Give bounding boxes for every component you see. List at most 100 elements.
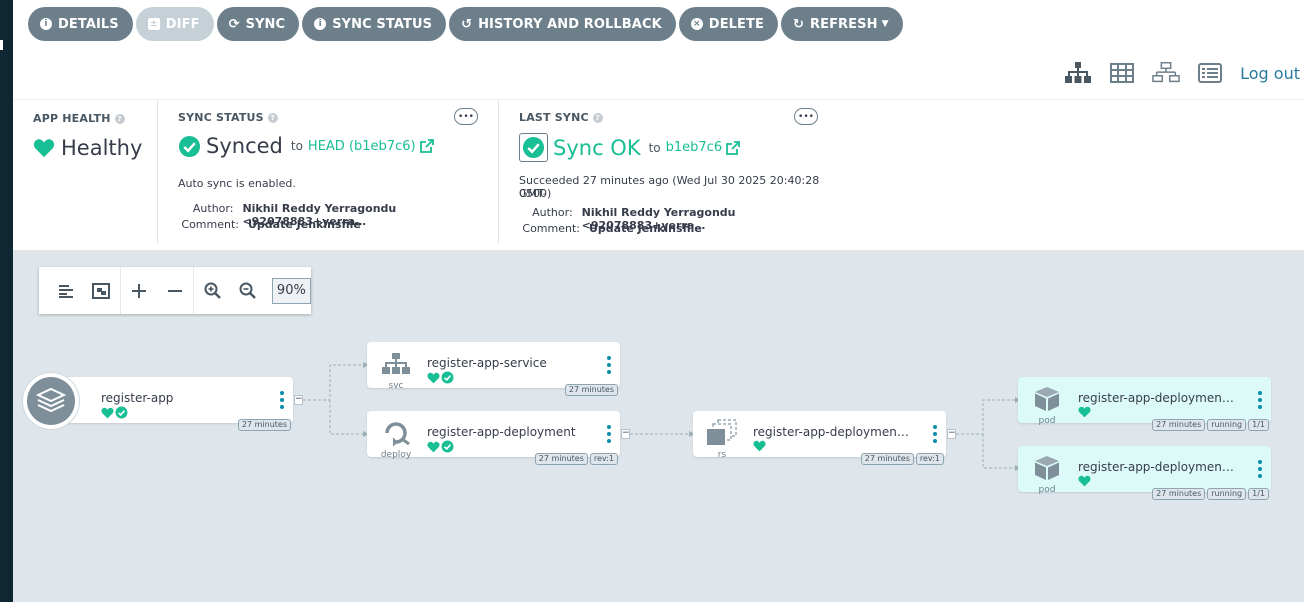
external-link-icon[interactable] <box>726 140 741 155</box>
sync-ok-icon-box <box>519 133 548 162</box>
history-label: HISTORY AND ROLLBACK <box>478 16 662 32</box>
diff-label: DIFF <box>165 16 200 32</box>
refresh-button[interactable]: ↻ REFRESH ▼ <box>780 7 903 41</box>
node-menu-icon[interactable] <box>280 391 284 409</box>
service-node[interactable]: svc register-app-service 27 minutes <box>367 342 620 396</box>
last-sync-more-button[interactable]: ••• <box>794 108 818 125</box>
refresh-label: REFRESH <box>809 16 878 32</box>
revision-badge: rev:1 <box>589 453 618 465</box>
zoom-level[interactable]: 90% <box>271 277 311 304</box>
action-buttons: i DETAILS ± DIFF ⟳ SYNC i SYNC STATUS ↺ … <box>28 7 903 41</box>
zoom-out-icon[interactable] <box>230 276 265 306</box>
details-button[interactable]: i DETAILS <box>28 7 133 41</box>
replicaset-node[interactable]: rs register-app-deployment-657… 27 minut… <box>693 411 946 465</box>
history-rollback-button[interactable]: ↺ HISTORY AND ROLLBACK <box>449 7 676 41</box>
node-status-icons <box>1078 475 1091 487</box>
node-badges: 27 minutes <box>237 419 291 431</box>
zoom-in-icon[interactable] <box>195 276 230 306</box>
caret-down-icon: ▼ <box>881 19 889 29</box>
sync-label: SYNC <box>245 16 286 32</box>
network-view-icon[interactable] <box>1152 61 1180 85</box>
diff-button[interactable]: ± DIFF <box>135 7 214 41</box>
collapse-all-icon[interactable] <box>157 276 192 306</box>
sync-revision-link[interactable]: HEAD (b1eb7c6) <box>308 139 416 154</box>
last-sync-row: Sync OK to b1eb7c6 <box>519 133 741 162</box>
node-name: register-app-deployment-657… <box>1078 460 1234 474</box>
sync-button[interactable]: ⟳ SYNC <box>216 7 300 41</box>
deploy-icon <box>378 419 414 447</box>
last-sync-to-text: to <box>648 140 661 155</box>
auto-sync-text: Auto sync is enabled. <box>178 177 296 190</box>
node-name: register-app <box>101 391 174 405</box>
help-icon[interactable]: ? <box>592 112 603 123</box>
collapse-toggle[interactable]: − <box>947 429 956 439</box>
collapse-toggle[interactable]: − <box>294 395 303 405</box>
sync-status-button[interactable]: i SYNC STATUS <box>302 7 447 41</box>
top-bar: i DETAILS ± DIFF ⟳ SYNC i SYNC STATUS ↺ … <box>13 0 1304 100</box>
pod-node[interactable]: pod register-app-deployment-657… 27 minu… <box>1018 377 1271 431</box>
last-sync-value: Sync OK <box>553 135 641 160</box>
app-health-label: APP HEALTH <box>33 112 111 125</box>
node-menu-icon[interactable] <box>607 425 611 443</box>
collapse-toggle[interactable]: − <box>621 429 630 439</box>
sync-status-title: SYNC STATUS ? <box>178 111 278 124</box>
sync-status-label: SYNC STATUS <box>332 16 433 32</box>
node-menu-icon[interactable] <box>1258 391 1262 409</box>
node-kind: pod <box>1038 485 1056 495</box>
node-menu-icon[interactable] <box>933 425 937 443</box>
grid-view-icon[interactable] <box>1108 61 1136 85</box>
sidebar-marker <box>0 40 3 50</box>
comment-label: Comment: <box>522 222 580 235</box>
check-circle-icon <box>178 135 201 157</box>
last-sync-revision-link[interactable]: b1eb7c6 <box>666 140 722 155</box>
tree-view-icon[interactable] <box>1064 61 1092 85</box>
history-icon: ↺ <box>461 16 473 32</box>
comment-value: Update Jenkinsfile <box>589 222 702 235</box>
logout-link[interactable]: Log out <box>1240 64 1300 83</box>
check-circle-icon <box>441 371 454 384</box>
pod-node[interactable]: pod register-app-deployment-657… 27 minu… <box>1018 446 1271 500</box>
node-name: register-app-deployment-657… <box>753 425 909 439</box>
node-badges: 27 minutes rev:1 <box>534 453 618 465</box>
last-sync-title: LAST SYNC ? <box>519 111 603 124</box>
comment-value: Update Jenkinsfile <box>248 218 361 231</box>
node-kind: svc <box>388 381 404 391</box>
refresh-icon: ↻ <box>792 16 804 32</box>
external-link-icon[interactable] <box>419 139 434 153</box>
details-label: DETAILS <box>58 16 119 32</box>
age-badge: 27 minutes <box>860 453 914 465</box>
node-badges: 27 minutes running 1/1 <box>1152 419 1269 431</box>
info-icon: i <box>40 18 52 30</box>
last-sync-label: LAST SYNC <box>519 111 589 124</box>
list-view-icon[interactable] <box>1196 61 1224 85</box>
deployment-node[interactable]: deploy register-app-deployment 27 minute… <box>367 411 620 465</box>
service-icon <box>378 350 414 378</box>
close-circle-icon: × <box>690 18 703 30</box>
node-status-icons <box>427 371 454 384</box>
node-badges: 27 minutes <box>564 384 618 396</box>
sync-status-label: SYNC STATUS <box>178 111 264 124</box>
node-menu-icon[interactable] <box>1258 460 1262 478</box>
fit-screen-icon[interactable] <box>83 276 118 306</box>
last-sync-section: LAST SYNC ? ••• Sync OK to b1eb7c6 Succe… <box>499 100 829 244</box>
align-left-icon[interactable] <box>48 276 83 306</box>
graph-toolbar: 90% <box>39 267 311 314</box>
app-health-title: APP HEALTH ? <box>33 112 125 125</box>
expand-all-icon[interactable] <box>122 276 157 306</box>
node-menu-icon[interactable] <box>607 356 611 374</box>
help-icon[interactable]: ? <box>114 113 125 124</box>
pod-icon <box>1029 454 1065 482</box>
resource-tree-canvas[interactable]: 90% register-app 27 minutes − svc regist… <box>13 251 1304 602</box>
help-icon[interactable]: ? <box>267 112 278 123</box>
check-circle-icon <box>522 136 545 159</box>
app-icon <box>23 373 79 429</box>
last-sync-time-line1: Succeeded 27 minutes ago (Wed Jul 30 202… <box>519 174 820 200</box>
app-node[interactable]: register-app 27 minutes <box>55 377 293 431</box>
age-badge: 27 minutes <box>237 419 291 431</box>
age-badge: 27 minutes <box>1152 488 1206 500</box>
delete-button[interactable]: × DELETE <box>678 7 778 41</box>
view-switcher: Log out <box>1064 61 1300 85</box>
age-badge: 27 minutes <box>1152 419 1206 431</box>
sync-status-more-button[interactable]: ••• <box>454 108 478 125</box>
sync-status-row: Synced to HEAD (b1eb7c6) <box>178 134 434 158</box>
